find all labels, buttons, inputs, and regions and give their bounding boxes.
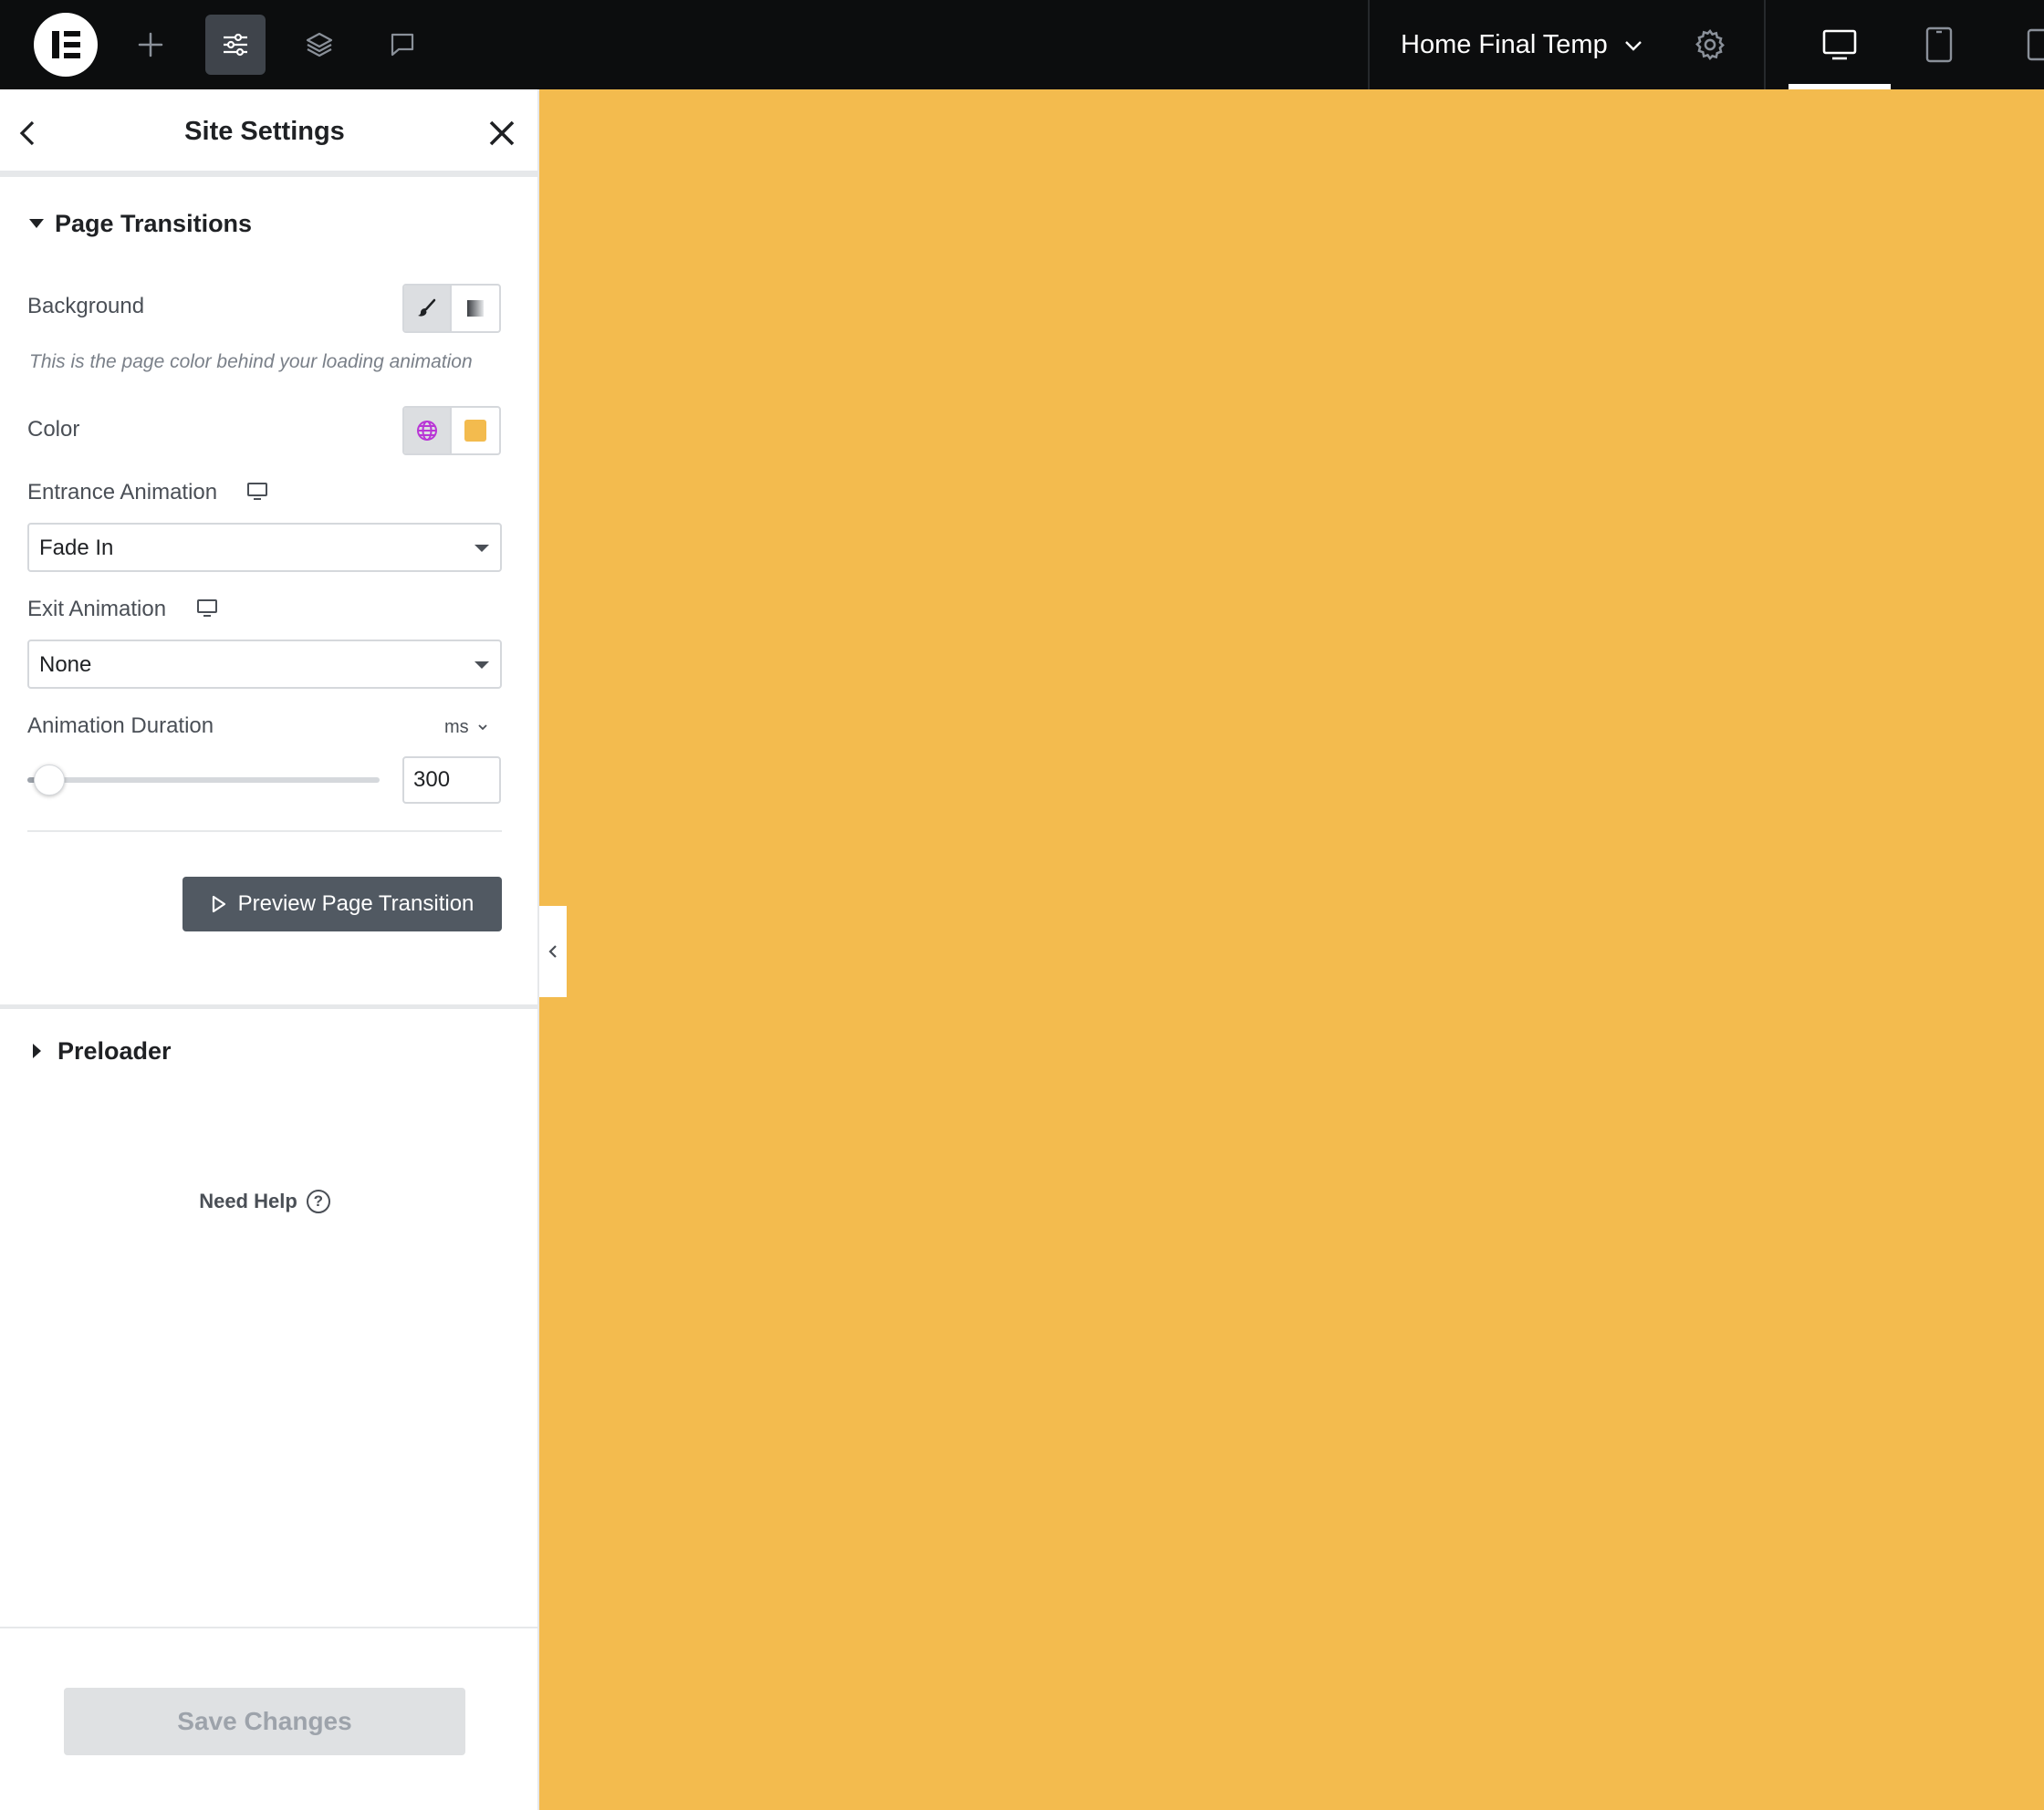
panel-header: Site Settings <box>0 89 538 177</box>
site-settings-button[interactable] <box>205 15 266 75</box>
responsive-desktop-icon[interactable] <box>246 482 268 502</box>
need-help-label: Need Help <box>199 1190 297 1212</box>
triangle-down-icon <box>29 219 44 228</box>
preview-canvas[interactable] <box>539 89 2044 1810</box>
document-title[interactable]: Home Final Temp <box>1401 28 1608 61</box>
add-element-button[interactable] <box>120 15 181 75</box>
editor-top-bar: Home Final Temp <box>0 0 2044 89</box>
animation-duration-label: Animation Duration <box>27 713 214 738</box>
topbar-divider <box>1368 0 1370 89</box>
exit-animation-value: None <box>39 652 92 677</box>
preview-page-transition-button[interactable]: Preview Page Transition <box>182 877 502 931</box>
gradient-icon <box>467 300 484 317</box>
divider <box>27 830 502 832</box>
gear-icon[interactable] <box>1693 27 1727 62</box>
background-description: This is the page color behind your loadi… <box>29 351 473 372</box>
chevron-left-icon <box>548 945 557 958</box>
exit-animation-label: Exit Animation <box>27 597 167 621</box>
exit-animation-select[interactable]: None <box>27 640 502 689</box>
unit-value: ms <box>444 717 469 737</box>
need-help-link[interactable]: Need Help ? <box>0 1190 529 1213</box>
color-picker-button[interactable] <box>452 408 499 453</box>
topbar-divider <box>1764 0 1766 89</box>
chevron-down-icon <box>478 724 487 731</box>
preloader-section-toggle[interactable]: Preloader <box>29 1036 172 1066</box>
duration-slider-track[interactable] <box>27 777 380 783</box>
gradient-background-option[interactable] <box>452 286 499 331</box>
entrance-animation-value: Fade In <box>39 536 114 560</box>
caret-down-icon <box>474 661 489 669</box>
color-control <box>402 406 501 455</box>
save-changes-button[interactable]: Save Changes <box>64 1688 465 1755</box>
preview-button-label: Preview Page Transition <box>237 891 474 916</box>
play-icon <box>212 895 225 913</box>
tablet-icon <box>1925 26 1953 63</box>
footer-divider <box>0 1627 538 1628</box>
background-label: Background <box>27 294 145 318</box>
panel-title: Site Settings <box>184 117 345 146</box>
question-icon: ? <box>306 1190 330 1213</box>
triangle-right-icon <box>33 1044 41 1058</box>
comments-button[interactable] <box>372 15 433 75</box>
mobile-view-button[interactable] <box>2026 0 2044 89</box>
background-type-toggle <box>402 284 501 333</box>
tablet-view-button[interactable] <box>1905 0 1973 89</box>
structure-button[interactable] <box>289 15 349 75</box>
site-settings-panel: Site Settings Page Transitions Backgroun… <box>0 89 538 1810</box>
plus-icon <box>138 32 163 57</box>
color-swatch <box>464 420 486 442</box>
duration-slider-handle[interactable] <box>34 765 65 796</box>
entrance-animation-select[interactable]: Fade In <box>27 523 502 572</box>
caret-down-icon <box>474 545 489 552</box>
elementor-logo-icon[interactable] <box>34 13 98 77</box>
layers-icon <box>306 32 333 57</box>
global-colors-button[interactable] <box>404 408 452 453</box>
color-label: Color <box>27 417 80 442</box>
classic-background-option[interactable] <box>404 286 452 331</box>
page-transitions-section-toggle[interactable]: Page Transitions <box>29 209 252 238</box>
chevron-down-icon[interactable] <box>1622 35 1644 57</box>
duration-input[interactable]: 300 <box>402 756 501 804</box>
desktop-view-button[interactable] <box>1788 0 1891 89</box>
mobile-icon <box>2027 28 2044 61</box>
section-title: Page Transitions <box>55 210 253 237</box>
close-icon[interactable] <box>484 115 520 151</box>
entrance-animation-label: Entrance Animation <box>27 480 218 505</box>
section-title: Preloader <box>57 1037 172 1065</box>
responsive-desktop-icon[interactable] <box>196 598 218 619</box>
sliders-icon <box>224 33 247 57</box>
paint-brush-icon <box>418 298 436 317</box>
chat-bubble-icon <box>391 33 414 57</box>
section-divider <box>0 1004 538 1009</box>
collapse-panel-button[interactable] <box>539 906 567 997</box>
unit-selector[interactable]: ms <box>444 715 489 739</box>
globe-icon <box>417 421 437 441</box>
desktop-icon <box>1822 29 1857 60</box>
